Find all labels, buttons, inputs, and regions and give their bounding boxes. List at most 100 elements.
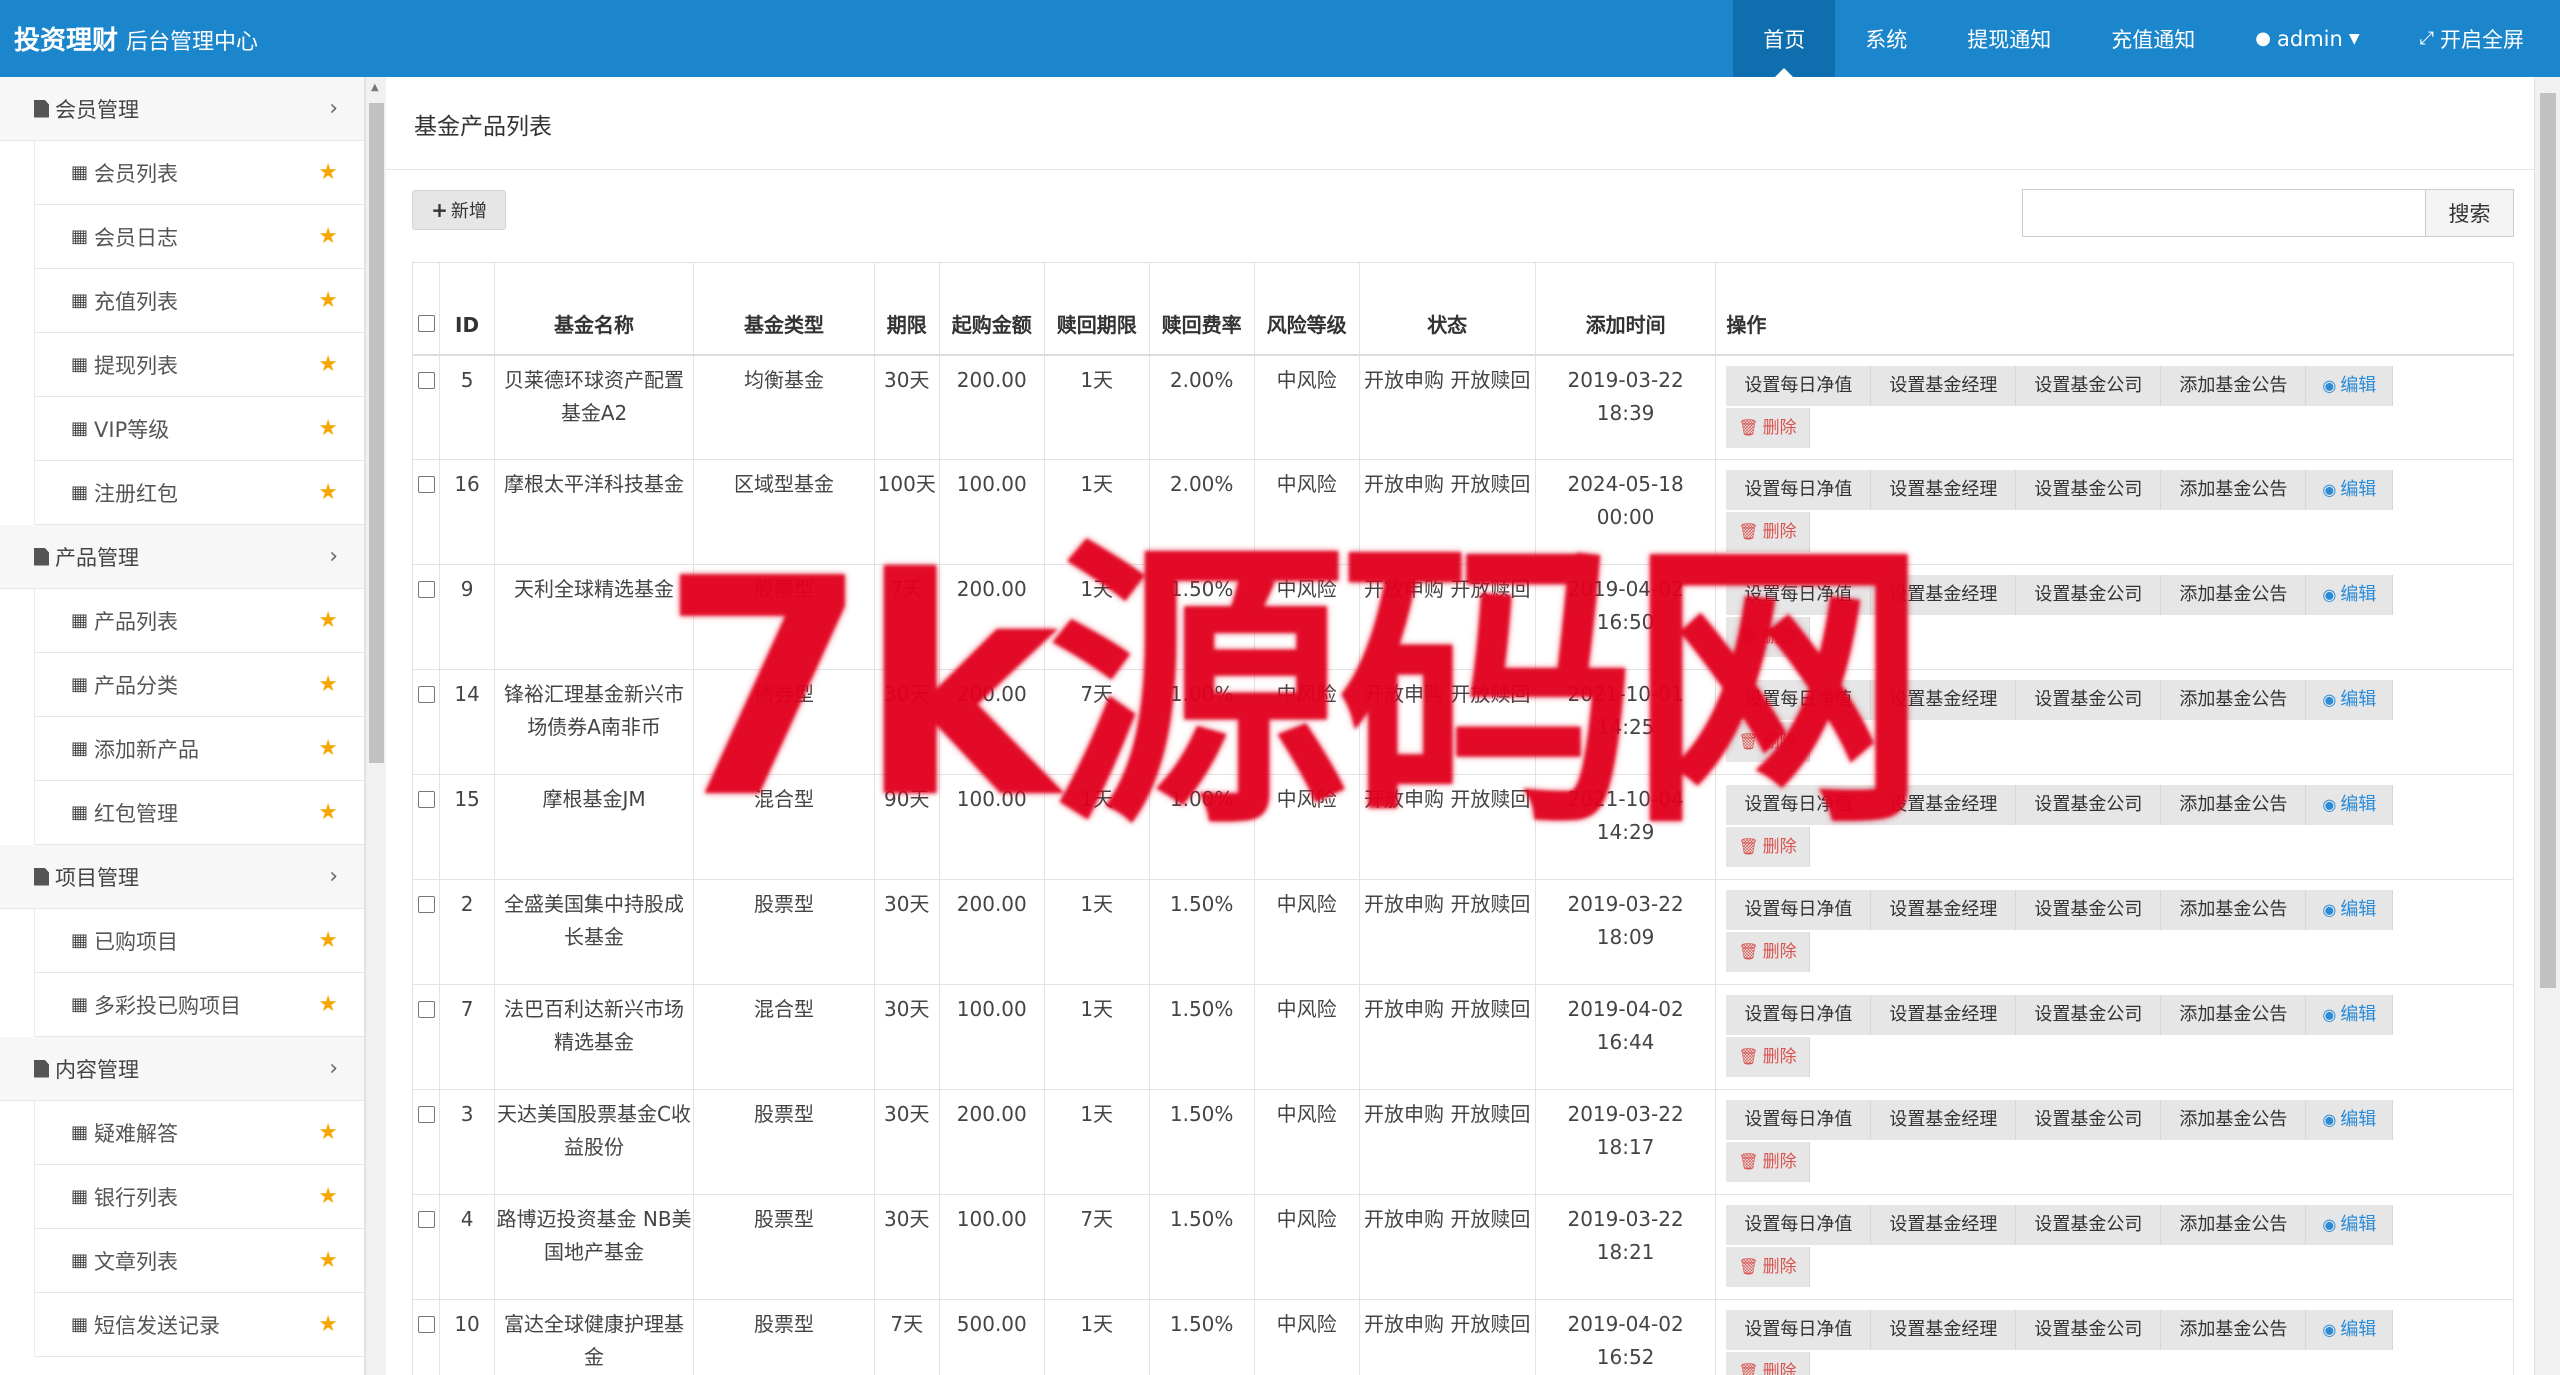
set-fund-manager-button[interactable]: 设置基金经理	[1871, 365, 2017, 406]
row-checkbox[interactable]	[417, 686, 435, 703]
user-menu[interactable]: ● admin ▼	[2225, 0, 2389, 77]
add-fund-notice-button[interactable]: 添加基金公告	[2161, 575, 2307, 615]
col-term[interactable]: 期限	[873, 262, 940, 356]
sidebar-item[interactable]: ▦ 多彩投已购项目 ★	[34, 973, 364, 1037]
delete-button[interactable]: 🗑 删除	[1726, 1352, 1810, 1375]
add-fund-notice-button[interactable]: 添加基金公告	[2161, 470, 2307, 510]
edit-button[interactable]: ◉ 编辑	[2306, 1205, 2394, 1245]
sidebar-group[interactable]: 会员管理 ›	[0, 77, 364, 141]
edit-button[interactable]: ◉ 编辑	[2306, 1310, 2394, 1350]
add-fund-notice-button[interactable]: 添加基金公告	[2161, 365, 2307, 406]
row-checkbox[interactable]	[417, 1001, 435, 1018]
delete-button[interactable]: 🗑 删除	[1726, 932, 1810, 972]
add-fund-notice-button[interactable]: 添加基金公告	[2161, 1100, 2307, 1140]
row-checkbox[interactable]	[417, 1106, 435, 1123]
sidebar-item[interactable]: ▦ 充值列表 ★	[34, 269, 364, 333]
edit-button[interactable]: ◉ 编辑	[2306, 785, 2394, 825]
col-redeem-fee[interactable]: 赎回费率	[1148, 262, 1255, 356]
edit-button[interactable]: ◉ 编辑	[2306, 995, 2394, 1035]
edit-button[interactable]: ◉ 编辑	[2306, 890, 2394, 930]
set-fund-company-button[interactable]: 设置基金公司	[2016, 1310, 2162, 1350]
set-fund-company-button[interactable]: 设置基金公司	[2016, 995, 2162, 1035]
sidebar-item[interactable]: ▦ 短信发送记录 ★	[34, 1293, 364, 1357]
delete-button[interactable]: 🗑 删除	[1726, 1037, 1810, 1077]
set-fund-company-button[interactable]: 设置基金公司	[2016, 1205, 2162, 1245]
delete-button[interactable]: 🗑 删除	[1726, 1142, 1810, 1182]
nav-home[interactable]: 首页	[1733, 0, 1836, 77]
sidebar-item[interactable]: ▦ 产品分类 ★	[34, 653, 364, 717]
col-status[interactable]: 状态	[1358, 262, 1536, 356]
main-scrollbar[interactable]	[2534, 77, 2560, 1375]
row-checkbox[interactable]	[417, 371, 435, 389]
add-fund-notice-button[interactable]: 添加基金公告	[2161, 890, 2307, 930]
set-fund-company-button[interactable]: 设置基金公司	[2016, 785, 2162, 825]
sidebar-item[interactable]: ▦ 添加新产品 ★	[34, 717, 364, 781]
sidebar-item[interactable]: ▦ 注册红包 ★	[34, 461, 364, 525]
col-risk[interactable]: 风险等级	[1253, 262, 1360, 356]
edit-button[interactable]: ◉ 编辑	[2306, 575, 2394, 615]
add-fund-notice-button[interactable]: 添加基金公告	[2161, 785, 2307, 825]
set-fund-manager-button[interactable]: 设置基金经理	[1871, 470, 2017, 510]
set-daily-nav-button[interactable]: 设置每日净值	[1726, 1205, 1872, 1245]
add-fund-notice-button[interactable]: 添加基金公告	[2161, 680, 2307, 720]
sidebar-item[interactable]: ▦ 会员日志 ★	[34, 205, 364, 269]
nav-recharge-notice[interactable]: 充值通知	[2081, 0, 2225, 77]
nav-system[interactable]: 系统	[1835, 0, 1937, 77]
delete-button[interactable]: 🗑 删除	[1726, 1247, 1810, 1287]
row-checkbox[interactable]	[417, 1211, 435, 1228]
add-fund-notice-button[interactable]: 添加基金公告	[2161, 1205, 2307, 1245]
edit-button[interactable]: ◉ 编辑	[2306, 1100, 2394, 1140]
brand[interactable]: 投资理财 后台管理中心	[0, 20, 258, 57]
col-min-amount[interactable]: 起购金额	[938, 262, 1045, 356]
row-checkbox[interactable]	[417, 1316, 435, 1333]
add-button[interactable]: + 新增	[412, 190, 506, 230]
set-fund-company-button[interactable]: 设置基金公司	[2016, 575, 2162, 615]
sidebar-item[interactable]: ▦ 会员列表 ★	[34, 141, 364, 205]
set-daily-nav-button[interactable]: 设置每日净值	[1726, 365, 1872, 406]
set-fund-company-button[interactable]: 设置基金公司	[2016, 1100, 2162, 1140]
set-fund-company-button[interactable]: 设置基金公司	[2016, 470, 2162, 510]
edit-button[interactable]: ◉ 编辑	[2306, 680, 2394, 720]
sidebar-item[interactable]: ▦ 产品列表 ★	[34, 589, 364, 653]
col-redeem-term[interactable]: 赎回期限	[1043, 262, 1150, 356]
sidebar-group[interactable]: 项目管理 ›	[0, 845, 364, 909]
search-input[interactable]	[2022, 189, 2426, 237]
fullscreen-button[interactable]: ⤢ 开启全屏	[2390, 0, 2560, 77]
search-button[interactable]: 搜索	[2426, 189, 2514, 237]
set-fund-manager-button[interactable]: 设置基金经理	[1871, 890, 2017, 930]
edit-button[interactable]: ◉ 编辑	[2306, 470, 2394, 510]
col-date[interactable]: 添加时间	[1534, 262, 1717, 356]
sidebar-scrollbar[interactable]: ▲	[365, 77, 386, 1375]
sidebar-item[interactable]: ▦ 已购项目 ★	[34, 909, 364, 973]
set-daily-nav-button[interactable]: 设置每日净值	[1726, 1310, 1872, 1350]
delete-button[interactable]: 🗑 删除	[1726, 407, 1810, 448]
set-fund-company-button[interactable]: 设置基金公司	[2016, 890, 2162, 930]
set-daily-nav-button[interactable]: 设置每日净值	[1726, 470, 1872, 510]
select-all-checkbox[interactable]	[417, 314, 435, 332]
edit-button[interactable]: ◉ 编辑	[2306, 365, 2394, 406]
add-fund-notice-button[interactable]: 添加基金公告	[2161, 995, 2307, 1035]
scroll-up-arrow-icon[interactable]: ▲	[371, 82, 379, 93]
sidebar-scrollbar-thumb[interactable]	[369, 103, 384, 763]
col-type[interactable]: 基金类型	[693, 262, 875, 356]
row-checkbox[interactable]	[417, 791, 435, 808]
set-fund-manager-button[interactable]: 设置基金经理	[1871, 1205, 2017, 1245]
col-id[interactable]: ID	[439, 262, 495, 356]
set-daily-nav-button[interactable]: 设置每日净值	[1726, 890, 1872, 930]
set-fund-company-button[interactable]: 设置基金公司	[2016, 680, 2162, 720]
col-name[interactable]: 基金名称	[493, 262, 695, 356]
sidebar-item[interactable]: ▦ 红包管理 ★	[34, 781, 364, 845]
sidebar-item[interactable]: ▦ VIP等级 ★	[34, 397, 364, 461]
sidebar-group[interactable]: 内容管理 ›	[0, 1037, 364, 1101]
set-fund-company-button[interactable]: 设置基金公司	[2016, 365, 2162, 406]
set-fund-manager-button[interactable]: 设置基金经理	[1871, 995, 2017, 1035]
add-fund-notice-button[interactable]: 添加基金公告	[2161, 1310, 2307, 1350]
sidebar-item[interactable]: ▦ 提现列表 ★	[34, 333, 364, 397]
main-scrollbar-thumb[interactable]	[2540, 93, 2556, 988]
row-checkbox[interactable]	[417, 476, 435, 493]
nav-withdraw-notice[interactable]: 提现通知	[1937, 0, 2081, 77]
set-fund-manager-button[interactable]: 设置基金经理	[1871, 1310, 2017, 1350]
set-daily-nav-button[interactable]: 设置每日净值	[1726, 1100, 1872, 1140]
set-fund-manager-button[interactable]: 设置基金经理	[1871, 1100, 2017, 1140]
row-checkbox[interactable]	[417, 581, 435, 598]
